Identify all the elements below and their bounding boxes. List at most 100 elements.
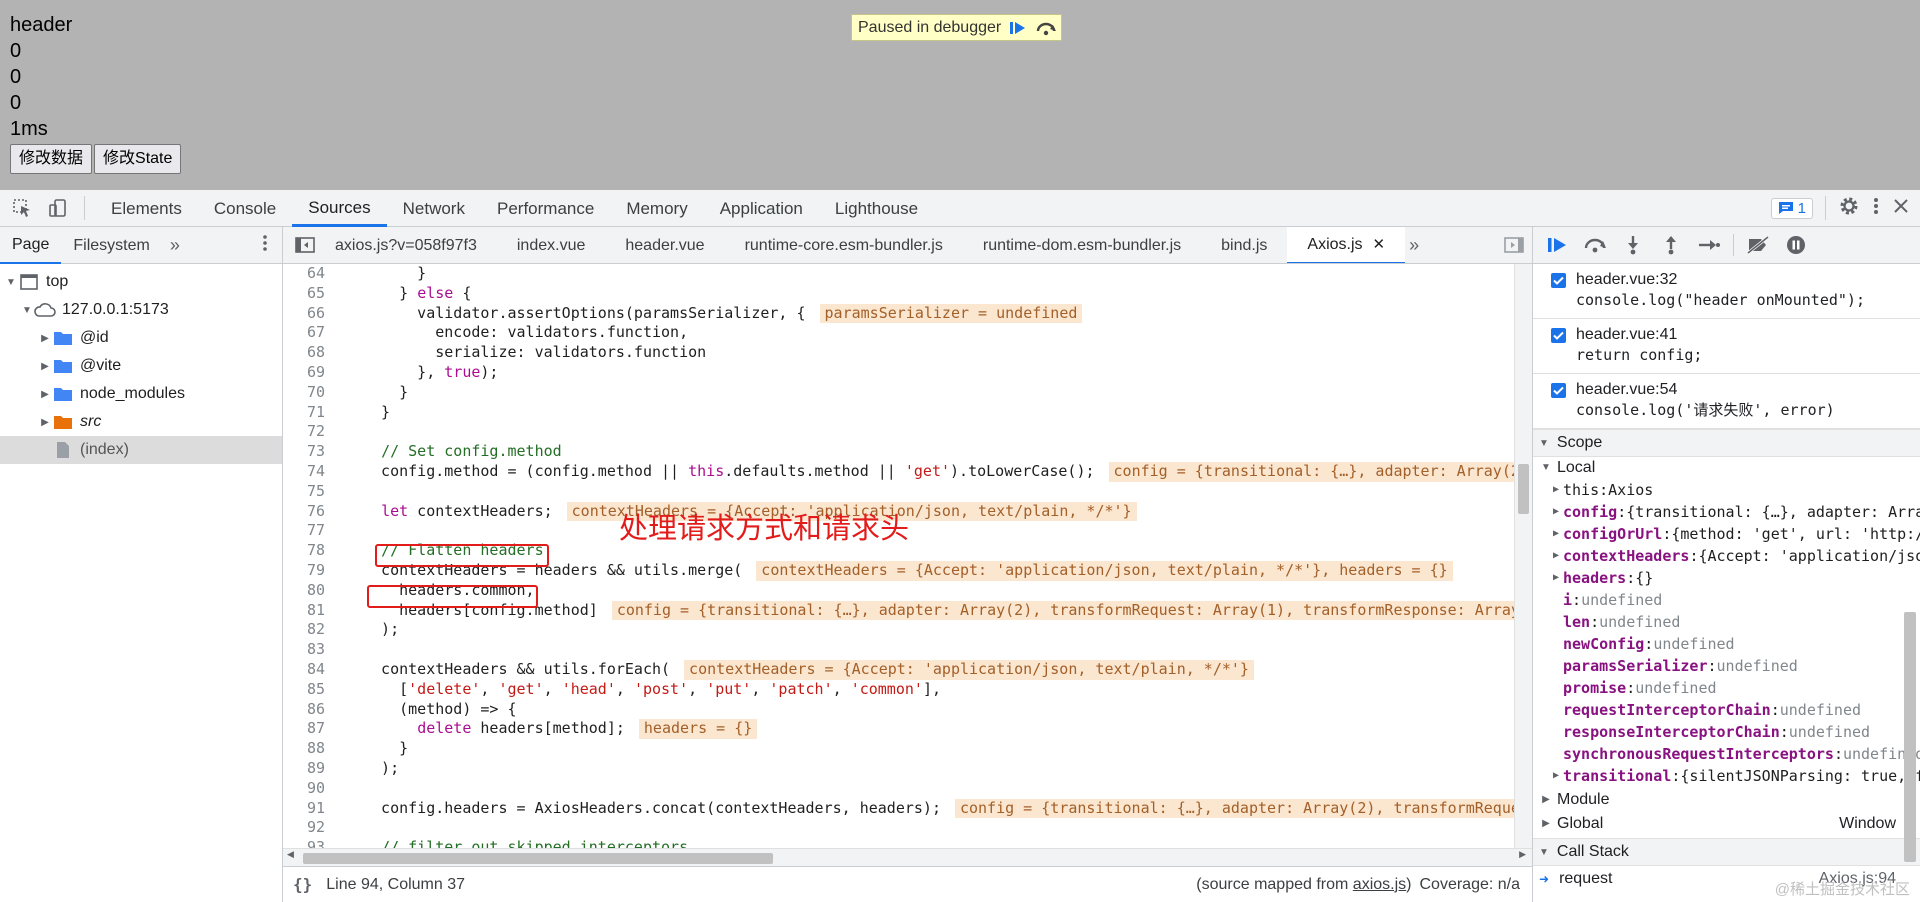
code-line[interactable]: 64 }	[283, 264, 1514, 284]
code-line[interactable]: 68 serialize: validators.function	[283, 343, 1514, 363]
line-number[interactable]: 78	[283, 541, 335, 561]
code-line[interactable]: 90	[283, 779, 1514, 799]
more-files-icon[interactable]: »	[1405, 235, 1423, 256]
line-number[interactable]: 88	[283, 739, 335, 759]
scope-variable[interactable]: requestInterceptorChain: undefined	[1533, 699, 1920, 721]
tab-page[interactable]: Page	[0, 227, 62, 264]
call-stack-section-header[interactable]: ▼ Call Stack	[1533, 838, 1920, 866]
line-number[interactable]: 72	[283, 422, 335, 442]
resume-icon[interactable]	[1543, 231, 1571, 259]
tree-folder[interactable]: ▶ src	[0, 408, 282, 436]
checkbox-checked-icon[interactable]	[1551, 328, 1566, 343]
scope-module-header[interactable]: ▶ Module	[1533, 789, 1920, 811]
line-number[interactable]: 84	[283, 660, 335, 680]
file-tab[interactable]: header.vue	[605, 227, 724, 263]
tab-console[interactable]: Console	[198, 190, 292, 227]
line-number[interactable]: 83	[283, 640, 335, 660]
line-number[interactable]: 70	[283, 383, 335, 403]
line-number[interactable]: 92	[283, 818, 335, 838]
code-line[interactable]: 75	[283, 482, 1514, 502]
line-number[interactable]: 90	[283, 779, 335, 799]
close-devtools-icon[interactable]	[1892, 197, 1910, 220]
file-tab[interactable]: axios.js?v=058f97f3	[327, 227, 497, 263]
file-tab-active[interactable]: Axios.js ✕	[1287, 227, 1406, 263]
code-line[interactable]: 86 (method) => {	[283, 700, 1514, 720]
code-line[interactable]: 72	[283, 422, 1514, 442]
scope-variable[interactable]: ▶ headers: {}	[1533, 567, 1920, 589]
code-line[interactable]: 89 );	[283, 759, 1514, 779]
tab-performance[interactable]: Performance	[481, 190, 610, 227]
step-out-icon[interactable]	[1657, 231, 1685, 259]
code-line[interactable]: 73 // Set config.method	[283, 442, 1514, 462]
breakpoint-item[interactable]: header.vue:41 return config;	[1533, 319, 1920, 374]
scope-global-header[interactable]: ▶ Global Window	[1533, 813, 1920, 835]
pause-on-exceptions-icon[interactable]	[1782, 231, 1810, 259]
line-number[interactable]: 86	[283, 700, 335, 720]
tab-sources[interactable]: Sources	[292, 190, 387, 227]
line-number[interactable]: 65	[283, 284, 335, 304]
line-number[interactable]: 93	[283, 838, 335, 848]
file-tab[interactable]: index.vue	[497, 227, 606, 263]
line-number[interactable]: 76	[283, 502, 335, 522]
tree-file-index[interactable]: (index)	[0, 436, 282, 464]
line-number[interactable]: 77	[283, 521, 335, 541]
toggle-debugger-icon[interactable]	[1496, 237, 1532, 253]
scope-variable[interactable]: ▶ this: Axios	[1533, 479, 1920, 501]
code-line[interactable]: 71 }	[283, 403, 1514, 423]
code-line[interactable]: 67 encode: validators.function,	[283, 323, 1514, 343]
scope-variable[interactable]: len: undefined	[1533, 611, 1920, 633]
code-line[interactable]: 74 config.method = (config.method || thi…	[283, 461, 1514, 482]
scroll-right-icon[interactable]: ▶	[1519, 849, 1526, 860]
line-number[interactable]: 82	[283, 620, 335, 640]
line-number[interactable]: 75	[283, 482, 335, 502]
editor-vertical-scrollbar[interactable]	[1514, 264, 1532, 848]
line-number[interactable]: 80	[283, 581, 335, 601]
source-map-link[interactable]: axios.js	[1353, 876, 1406, 893]
more-tabs-icon[interactable]: »	[170, 235, 180, 256]
scope-section-header[interactable]: ▼ Scope	[1533, 429, 1920, 457]
scope-variable[interactable]: synchronousRequestInterceptors: undefine…	[1533, 743, 1920, 765]
inspect-element-icon[interactable]	[8, 194, 36, 222]
scope-local-header[interactable]: ▼ Local	[1533, 457, 1920, 479]
tree-folder[interactable]: ▶ @id	[0, 324, 282, 352]
navigator-menu-icon[interactable]	[262, 234, 268, 257]
line-number[interactable]: 69	[283, 363, 335, 383]
code-line[interactable]: 82 );	[283, 620, 1514, 640]
deactivate-breakpoints-icon[interactable]	[1744, 231, 1772, 259]
file-tab[interactable]: bind.js	[1201, 227, 1287, 263]
line-number[interactable]: 66	[283, 304, 335, 324]
scroll-left-icon[interactable]: ◀	[287, 849, 294, 860]
line-number[interactable]: 91	[283, 799, 335, 819]
line-number[interactable]: 64	[283, 264, 335, 284]
code-line[interactable]: 65 } else {	[283, 284, 1514, 304]
scope-variable[interactable]: ▶ contextHeaders: {Accept: 'application/j…	[1533, 545, 1920, 567]
resume-icon[interactable]	[1007, 18, 1029, 38]
tree-node-host[interactable]: ▼ 127.0.0.1:5173	[0, 296, 282, 324]
tab-elements[interactable]: Elements	[95, 190, 198, 227]
tab-application[interactable]: Application	[704, 190, 819, 227]
line-number[interactable]: 85	[283, 680, 335, 700]
tab-filesystem[interactable]: Filesystem	[61, 227, 161, 264]
line-number[interactable]: 89	[283, 759, 335, 779]
step-over-icon[interactable]	[1035, 18, 1057, 38]
sidebar-scrollbar[interactable]	[1904, 612, 1916, 862]
pretty-print-icon[interactable]: {}	[283, 875, 326, 894]
code-line[interactable]: 83	[283, 640, 1514, 660]
toggle-navigator-icon[interactable]	[283, 237, 327, 253]
checkbox-checked-icon[interactable]	[1551, 273, 1566, 288]
code-line[interactable]: 87 delete headers[method]; headers = {}	[283, 719, 1514, 740]
device-toolbar-icon[interactable]	[44, 194, 72, 222]
line-number[interactable]: 68	[283, 343, 335, 363]
issues-badge[interactable]: 1	[1770, 197, 1813, 219]
tree-folder[interactable]: ▶ node_modules	[0, 380, 282, 408]
scope-variable[interactable]: paramsSerializer: undefined	[1533, 655, 1920, 677]
step-into-icon[interactable]	[1619, 231, 1647, 259]
scope-variable[interactable]: newConfig: undefined	[1533, 633, 1920, 655]
line-number[interactable]: 71	[283, 403, 335, 423]
tree-folder[interactable]: ▶ @vite	[0, 352, 282, 380]
breakpoint-item[interactable]: header.vue:54 console.log('请求失败', error)	[1533, 374, 1920, 429]
line-number[interactable]: 81	[283, 601, 335, 621]
tab-network[interactable]: Network	[387, 190, 481, 227]
step-over-icon[interactable]	[1581, 231, 1609, 259]
line-number[interactable]: 73	[283, 442, 335, 462]
